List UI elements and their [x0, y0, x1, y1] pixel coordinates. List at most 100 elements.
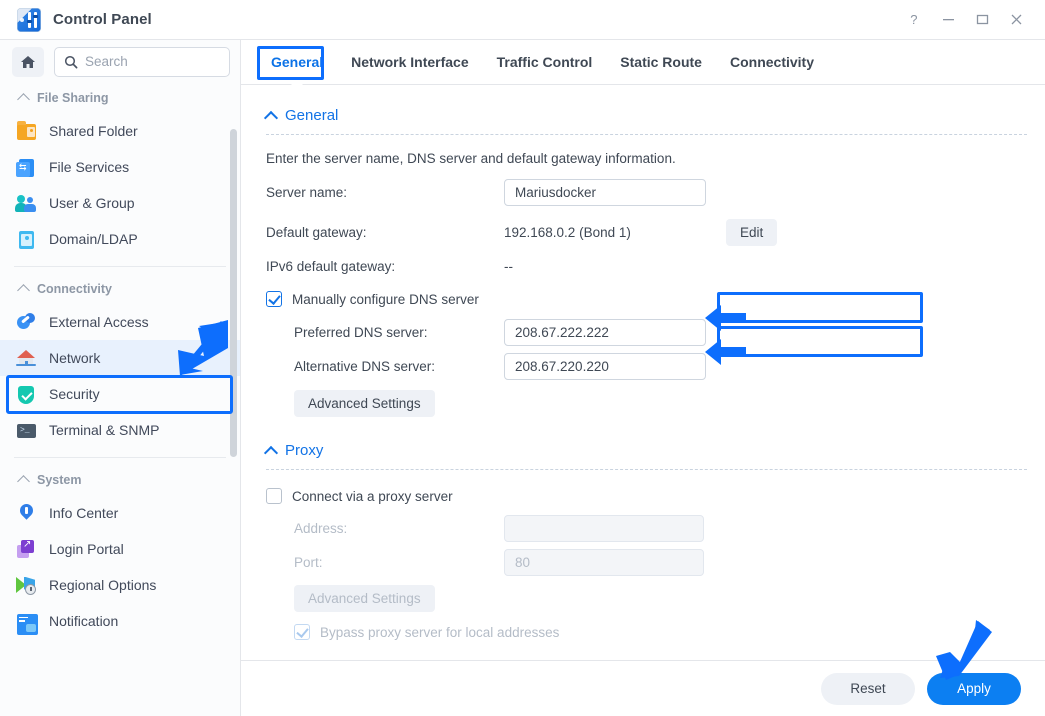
sidebar-item-label: External Access — [49, 314, 149, 330]
title-bar: Control Panel ? — [0, 0, 1045, 40]
sidebar-divider — [14, 266, 226, 267]
shared-folder-icon — [16, 120, 37, 142]
sidebar-item-label: Login Portal — [49, 541, 124, 557]
info-center-icon — [16, 500, 37, 524]
sidebar-item-info-center[interactable]: Info Center — [0, 495, 240, 531]
sidebar-item-external-access[interactable]: External Access — [0, 304, 240, 340]
dns-advanced-settings-button[interactable]: Advanced Settings — [294, 390, 435, 417]
sidebar-item-label: Shared Folder — [49, 123, 138, 139]
close-icon[interactable] — [999, 5, 1033, 35]
proxy-connect-checkbox-row[interactable]: Connect via a proxy server — [266, 488, 1027, 504]
sidebar-group-label: System — [37, 473, 82, 487]
alternative-dns-input[interactable]: 208.67.220.220 — [504, 353, 706, 380]
tab-traffic-control[interactable]: Traffic Control — [483, 40, 607, 85]
row-server-name: Server name: Mariusdocker — [266, 179, 1027, 206]
file-services-icon: ⇆ — [16, 157, 37, 178]
sidebar-group-label: File Sharing — [37, 91, 109, 105]
notification-icon — [17, 613, 38, 635]
minimize-icon[interactable] — [931, 5, 965, 35]
section-divider — [266, 134, 1027, 135]
tab-bar: General Network Interface Traffic Contro… — [241, 40, 1045, 86]
sidebar-group-system[interactable]: System — [0, 465, 240, 495]
sidebar-item-label: Domain/LDAP — [49, 231, 138, 247]
default-gateway-label: Default gateway: — [266, 225, 367, 240]
user-group-icon — [15, 193, 37, 214]
section-header-general[interactable]: General — [263, 107, 1027, 125]
proxy-advanced-settings-button: Advanced Settings — [294, 585, 435, 612]
sidebar-item-shared-folder[interactable]: Shared Folder — [0, 113, 240, 149]
page-title: Control Panel — [53, 11, 152, 28]
sidebar-item-file-services[interactable]: ⇆ File Services — [0, 149, 240, 185]
control-panel-window: Control Panel ? Search File Sharing Shar… — [0, 0, 1045, 716]
maximize-icon[interactable] — [965, 5, 999, 35]
sidebar-item-security[interactable]: Security — [0, 376, 240, 412]
ipv6-gateway-label: IPv6 default gateway: — [266, 259, 396, 274]
sidebar-item-login-portal[interactable]: Login Portal — [0, 531, 240, 567]
sidebar-item-label: Notification — [49, 613, 119, 629]
row-alternative-dns: Alternative DNS server: 208.67.220.220 — [266, 353, 1027, 380]
sidebar-item-label: User & Group — [49, 195, 135, 211]
chevron-up-icon — [17, 284, 30, 297]
tab-static-route[interactable]: Static Route — [606, 40, 716, 85]
proxy-connect-checkbox[interactable] — [266, 488, 282, 504]
tab-label: Network Interface — [351, 54, 469, 70]
sidebar-item-regional-options[interactable]: Regional Options — [0, 567, 240, 603]
row-proxy-port: Port: 80 — [266, 549, 1027, 576]
sidebar-group-file-sharing[interactable]: File Sharing — [0, 83, 240, 113]
highlight-general-tab — [257, 46, 324, 80]
sidebar-item-terminal-snmp[interactable]: >_ Terminal & SNMP — [0, 412, 240, 448]
sidebar: Search File Sharing Shared Folder ⇆ File… — [0, 40, 241, 716]
domain-ldap-icon — [16, 229, 37, 250]
section-title: Proxy — [285, 442, 324, 459]
preferred-dns-input[interactable]: 208.67.222.222 — [504, 319, 706, 346]
control-panel-icon — [17, 7, 41, 32]
highlight-preferred-dns-input — [717, 292, 923, 323]
terminal-snmp-icon: >_ — [16, 420, 37, 441]
security-icon — [16, 384, 37, 405]
home-icon — [21, 55, 35, 68]
server-name-input[interactable]: Mariusdocker — [504, 179, 706, 206]
tab-network-interface[interactable]: Network Interface — [337, 40, 482, 85]
network-icon — [16, 348, 37, 369]
svg-text:?: ? — [910, 12, 917, 27]
action-footer: Reset Apply — [241, 660, 1045, 716]
sidebar-item-label: Info Center — [49, 505, 119, 521]
apply-button[interactable]: Apply — [927, 672, 1021, 705]
login-portal-icon — [16, 539, 37, 560]
sidebar-item-domain-ldap[interactable]: Domain/LDAP — [0, 221, 240, 257]
help-icon[interactable]: ? — [897, 5, 931, 35]
chevron-up-icon — [17, 93, 30, 106]
row-default-gateway: Default gateway: 192.168.0.2 (Bond 1) Ed… — [266, 219, 1027, 246]
reset-button[interactable]: Reset — [821, 672, 915, 705]
edit-gateway-button[interactable]: Edit — [726, 219, 778, 246]
search-input[interactable]: Search — [54, 46, 230, 77]
sidebar-scrollbar[interactable] — [230, 129, 237, 457]
manual-dns-checkbox[interactable] — [266, 291, 282, 307]
sidebar-group-connectivity[interactable]: Connectivity — [0, 274, 240, 304]
sidebar-item-user-group[interactable]: User & Group — [0, 185, 240, 221]
row-dns-advanced: Advanced Settings — [266, 390, 1027, 417]
external-access-icon — [16, 312, 37, 333]
settings-content: General Enter the server name, DNS serve… — [241, 85, 1045, 673]
home-button[interactable] — [12, 46, 44, 77]
sidebar-item-network[interactable]: Network — [0, 340, 240, 376]
row-ipv6-gateway: IPv6 default gateway: -- — [266, 259, 1027, 274]
sidebar-item-label: Terminal & SNMP — [49, 422, 160, 438]
sidebar-item-label: Security — [49, 386, 100, 402]
section-divider — [266, 469, 1027, 470]
section-title: General — [285, 107, 339, 124]
sidebar-item-notification[interactable]: Notification — [0, 603, 240, 639]
tab-connectivity[interactable]: Connectivity — [716, 40, 828, 85]
proxy-address-input — [504, 515, 704, 542]
window-controls: ? — [897, 5, 1045, 35]
proxy-address-label: Address: — [294, 521, 348, 536]
section-header-proxy[interactable]: Proxy — [263, 442, 1027, 460]
ipv6-gateway-value: -- — [504, 259, 513, 274]
default-gateway-value: 192.168.0.2 (Bond 1) — [504, 225, 631, 240]
preferred-dns-label: Preferred DNS server: — [294, 325, 428, 340]
proxy-bypass-checkbox — [294, 624, 310, 640]
row-proxy-address: Address: — [266, 515, 1027, 542]
server-name-label: Server name: — [266, 185, 348, 200]
proxy-connect-label: Connect via a proxy server — [292, 488, 453, 504]
manual-dns-label: Manually configure DNS server — [292, 291, 479, 307]
